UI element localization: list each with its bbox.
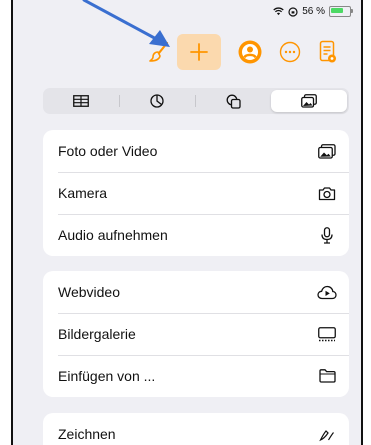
menu-item-label: Audio aufnehmen	[58, 227, 168, 243]
menu-item-photo-or-video[interactable]: Foto oder Video	[43, 130, 349, 172]
drawing-icon	[317, 424, 337, 444]
paintbrush-icon	[149, 41, 169, 62]
insert-button[interactable]	[177, 34, 221, 70]
folder-icon	[317, 366, 337, 386]
menu-item-label: Kamera	[58, 185, 108, 201]
shapes-icon	[226, 94, 241, 109]
more-icon	[279, 41, 301, 63]
menu-item-drawing[interactable]: Zeichnen	[43, 413, 349, 445]
menu-item-label: Einfügen von ...	[58, 368, 156, 384]
format-button[interactable]	[141, 34, 177, 70]
media-icon	[301, 94, 317, 108]
tab-media[interactable]	[271, 90, 347, 112]
tab-charts[interactable]	[119, 90, 195, 112]
document-icon	[319, 40, 336, 63]
wifi-icon	[273, 7, 284, 16]
menu-item-label: Zeichnen	[58, 426, 116, 442]
collaboration-icon	[238, 40, 262, 64]
menu-item-record-audio[interactable]: Audio aufnehmen	[43, 214, 349, 256]
menu-item-label: Bildergalerie	[58, 326, 136, 342]
plus-icon	[190, 43, 208, 61]
collaboration-button[interactable]	[233, 34, 267, 70]
orientation-lock-icon	[288, 6, 298, 17]
document-options-button[interactable]	[313, 34, 343, 70]
media-group-3: Zeichnen	[43, 413, 349, 445]
menu-item-web-video[interactable]: Webvideo	[43, 271, 349, 313]
cloud-play-icon	[317, 282, 337, 302]
menu-item-insert-from[interactable]: Einfügen von ...	[43, 355, 349, 397]
tab-shapes[interactable]	[195, 90, 271, 112]
insert-category-segmented-control	[43, 88, 349, 114]
menu-item-label: Webvideo	[58, 284, 121, 300]
battery-icon	[329, 6, 353, 17]
tab-tables[interactable]	[43, 90, 119, 112]
table-icon	[73, 95, 89, 107]
battery-percent: 56 %	[302, 6, 325, 17]
toolbar	[13, 34, 361, 74]
status-bar: 56 %	[273, 6, 353, 17]
more-button[interactable]	[273, 34, 307, 70]
menu-item-label: Foto oder Video	[58, 143, 158, 159]
gallery-icon	[317, 324, 337, 344]
menu-item-camera[interactable]: Kamera	[43, 172, 349, 214]
photo-library-icon	[317, 141, 337, 161]
menu-item-image-gallery[interactable]: Bildergalerie	[43, 313, 349, 355]
media-group-2: Webvideo Bildergalerie Einfügen von ...	[43, 271, 349, 397]
chart-icon	[150, 94, 164, 108]
ipad-screen: 56 % Foto oder Video Kamera Audio aufneh…	[11, 0, 363, 445]
camera-icon	[317, 183, 337, 203]
media-group-1: Foto oder Video Kamera Audio aufnehmen	[43, 130, 349, 256]
microphone-icon	[317, 225, 337, 245]
